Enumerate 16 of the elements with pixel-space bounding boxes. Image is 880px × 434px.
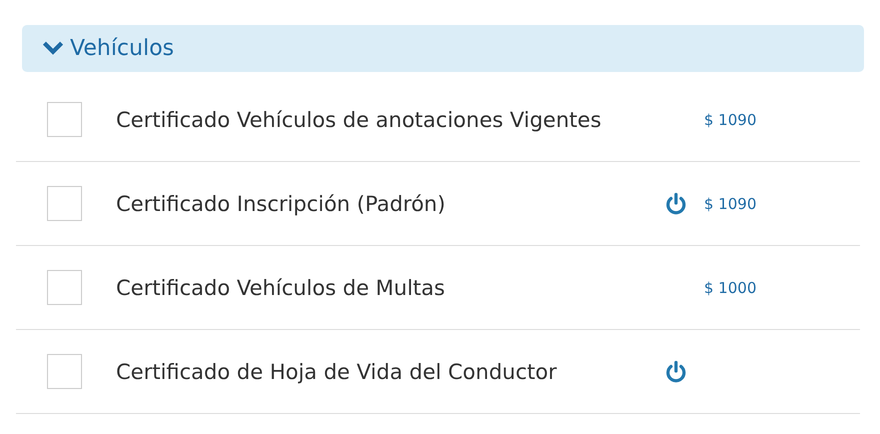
item-price: $ 1090	[704, 194, 756, 212]
power-icon[interactable]	[664, 192, 688, 216]
checkbox[interactable]	[47, 270, 82, 305]
item-price: $ 1000	[704, 278, 756, 296]
chevron-icon	[42, 41, 64, 56]
checkbox[interactable]	[47, 186, 82, 221]
power-icon[interactable]	[664, 360, 688, 384]
item-price: $ 1090	[704, 110, 756, 128]
checkbox[interactable]	[47, 354, 82, 389]
section-title: Vehículos	[70, 36, 174, 61]
item-label: Certificado Vehículos de anotaciones Vigentes	[116, 108, 602, 132]
item-label: Certificado Inscripción (Padrón)	[116, 192, 446, 216]
item-label: Certificado Vehículos de Multas	[116, 276, 446, 300]
section-header[interactable]: Vehículos	[22, 25, 864, 72]
checkbox[interactable]	[47, 102, 82, 137]
item-label: Certificado de Hoja de Vida del Conductor	[116, 360, 558, 384]
